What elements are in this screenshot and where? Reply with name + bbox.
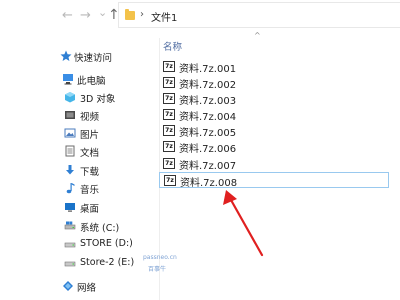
sidebar-item-music[interactable]: 音乐: [0, 181, 150, 196]
sidebar-item-label: STORE (D:): [80, 238, 133, 249]
sidebar-item-network[interactable]: 网络: [0, 279, 150, 294]
sidebar-item-label: 系统 (C:): [80, 223, 120, 234]
sidebar-item-label: 下载: [80, 167, 100, 178]
archive-file-icon: 7z: [163, 77, 175, 88]
pictures-icon: [64, 128, 76, 138]
sidebar-item-drive-e[interactable]: Store-2 (E:): [0, 256, 150, 271]
sidebar-item-3d-objects[interactable]: 3D 对象: [0, 90, 150, 105]
archive-file-icon: 7z: [163, 141, 175, 152]
drive-icon: [64, 261, 76, 267]
archive-file-icon: 7z: [163, 125, 175, 136]
sidebar-item-system-drive[interactable]: 系统 (C:): [0, 219, 150, 234]
music-icon: [66, 183, 75, 194]
computer-icon: [63, 74, 73, 85]
sidebar-item-label: Store-2 (E:): [80, 257, 135, 268]
archive-file-icon: 7z: [163, 61, 175, 72]
file-name: 资料.7z.002: [179, 80, 237, 91]
sidebar-item-label: 音乐: [80, 185, 100, 196]
sidebar-item-label: 此电脑: [77, 76, 106, 87]
sidebar-item-documents[interactable]: 文档: [0, 144, 150, 159]
archive-file-icon: 7z: [163, 109, 175, 120]
recent-locations-icon[interactable]: ⌄: [98, 6, 107, 20]
star-icon: [60, 50, 72, 61]
sidebar-item-desktop[interactable]: 桌面: [0, 200, 150, 215]
file-row[interactable]: 7z 资料.7z.008: [159, 172, 389, 189]
folder-icon: [125, 9, 135, 20]
sidebar-item-downloads[interactable]: 下载: [0, 163, 150, 178]
drive-icon: [64, 242, 76, 248]
file-name: 资料.7z.007: [179, 161, 237, 172]
archive-file-icon: 7z: [163, 93, 175, 104]
sidebar-item-this-pc[interactable]: 此电脑: [0, 72, 150, 87]
download-icon: [66, 165, 74, 175]
sidebar-item-label: 3D 对象: [80, 94, 116, 105]
file-row[interactable]: 7z 资料.7z.002: [159, 75, 389, 91]
file-name: 资料.7z.003: [179, 96, 237, 107]
video-icon: [65, 111, 75, 119]
sidebar-item-label: 图片: [80, 130, 100, 141]
watermark-url: passneo.cn: [143, 254, 177, 261]
column-header-name[interactable]: 名称: [163, 39, 182, 53]
file-name: 资料.7z.001: [179, 64, 237, 75]
breadcrumb-folder[interactable]: 文件1: [151, 9, 177, 24]
forward-arrow-icon[interactable]: →: [80, 9, 91, 23]
sidebar-item-drive-d[interactable]: STORE (D:): [0, 237, 150, 252]
watermark-brand: 百事牛: [148, 266, 167, 273]
3d-objects-icon: [65, 92, 75, 103]
sidebar: 快速访问 此电脑 3D 对象 视频 图片 文档 下载 音乐 桌面 系统 (C:)…: [0, 32, 155, 300]
file-name: 资料.7z.004: [179, 112, 237, 123]
red-arrow-annotation: [223, 190, 264, 257]
sort-indicator-icon: ^: [254, 31, 261, 40]
file-row[interactable]: 7z 资料.7z.007: [159, 156, 389, 172]
desktop-icon: [65, 203, 75, 212]
file-row[interactable]: 7z 资料.7z.004: [159, 107, 389, 123]
archive-file-icon: 7z: [163, 158, 175, 169]
sidebar-item-label: 桌面: [80, 204, 100, 215]
documents-icon: [65, 145, 75, 157]
archive-file-icon: 7z: [164, 175, 176, 186]
sidebar-item-label: 快速访问: [74, 53, 113, 64]
sidebar-item-video[interactable]: 视频: [0, 108, 150, 123]
sidebar-item-pictures[interactable]: 图片: [0, 126, 150, 141]
file-row[interactable]: 7z 资料.7z.005: [159, 123, 389, 139]
sidebar-item-label: 视频: [80, 112, 100, 123]
navigation-bar: ← → ⌄ ↑ › 文件1: [0, 0, 400, 32]
file-name: 资料.7z.006: [179, 144, 237, 155]
system-drive-icon: [64, 221, 76, 230]
file-row[interactable]: 7z 资料.7z.001: [159, 59, 389, 75]
sidebar-item-label: 网络: [77, 283, 97, 294]
breadcrumb-separator: ›: [140, 9, 144, 20]
sidebar-item-quick-access[interactable]: 快速访问: [0, 49, 150, 64]
file-row[interactable]: 7z 资料.7z.006: [159, 139, 389, 155]
sidebar-item-label: 文档: [80, 148, 100, 159]
file-name: 资料.7z.005: [179, 128, 237, 139]
back-arrow-icon[interactable]: ←: [62, 9, 73, 23]
network-icon: [63, 281, 73, 291]
file-row[interactable]: 7z 资料.7z.003: [159, 91, 389, 107]
